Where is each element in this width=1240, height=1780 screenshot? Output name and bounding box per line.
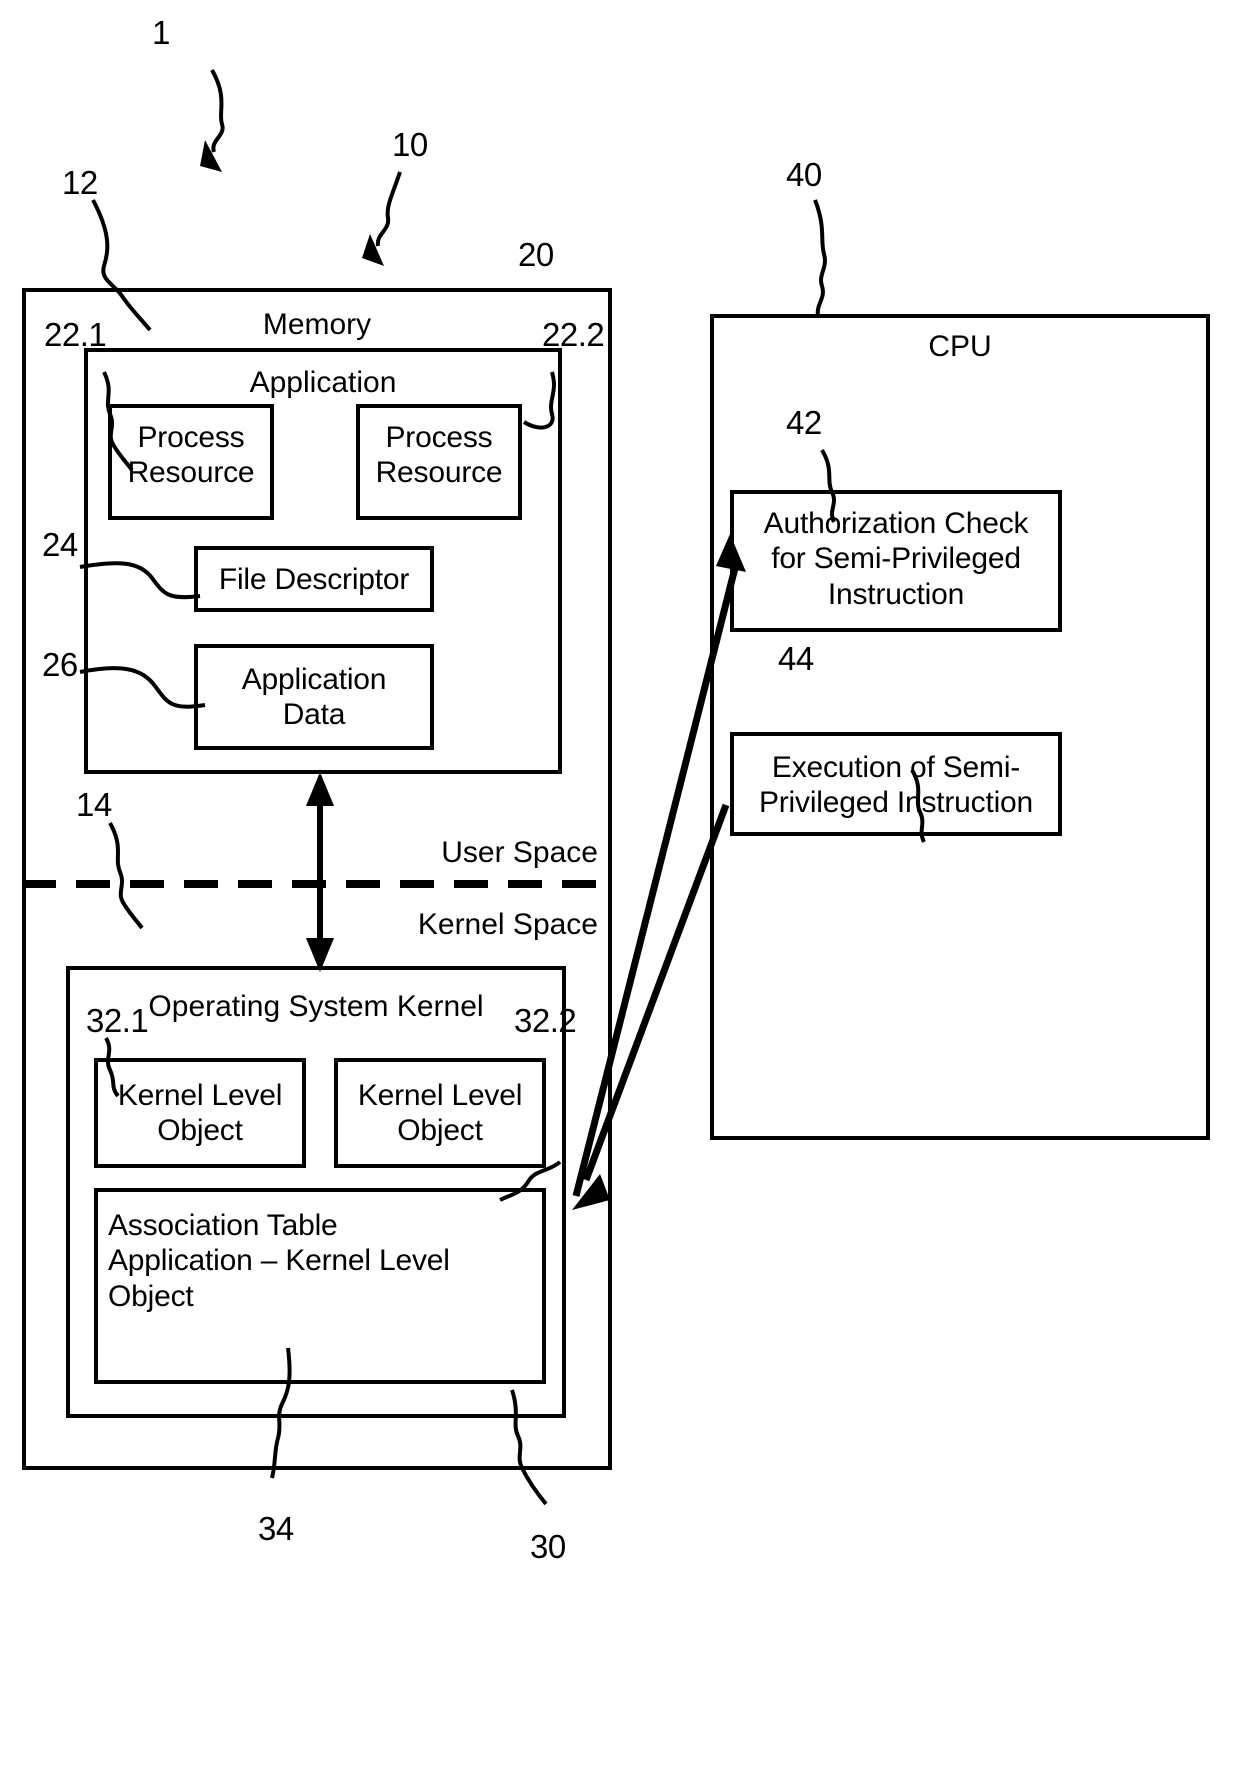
ref-os-kernel: 30 [530, 1528, 566, 1565]
ref-cpu: 40 [786, 156, 822, 193]
memory-title: Memory [262, 308, 372, 341]
application-title: Application [249, 366, 397, 399]
kernel-level-object-1-label: Kernel Level Object [117, 1079, 283, 1148]
ref-system: 1 [152, 14, 170, 51]
ref-computer: 10 [392, 126, 428, 163]
execution-label: Execution of Semi- Privileged Instructio… [758, 751, 1034, 820]
leader-line-cpu [813, 199, 827, 317]
patent-figure-canvas: 1 10 12 20 22.1 22.2 24 26 14 32.1 32.2 … [0, 0, 1240, 1780]
file-descriptor-label: File Descriptor [218, 563, 410, 596]
kernel-space-label: Kernel Space [417, 908, 598, 941]
user-space-label: User Space [441, 836, 598, 869]
os-kernel-title: Operating System Kernel [148, 990, 484, 1023]
process-resource-1-label: Process Resource [127, 421, 255, 490]
association-table-label: Association Table Application – Kernel L… [108, 1209, 450, 1313]
cpu-title: CPU [928, 330, 992, 363]
kernel-level-object-2-label: Kernel Level Object [357, 1079, 523, 1148]
leader-line-system [200, 69, 225, 172]
authorization-check-label: Authorization Check for Semi-Privileged … [763, 507, 1029, 611]
leader-line-computer [362, 171, 402, 266]
application-data-label: Application Data [241, 663, 387, 732]
ref-memory: 12 [62, 164, 98, 201]
ref-association-table: 34 [258, 1510, 294, 1547]
ref-application: 20 [518, 236, 554, 273]
process-resource-2-label: Process Resource [375, 421, 503, 490]
cpu-box [710, 314, 1210, 1140]
